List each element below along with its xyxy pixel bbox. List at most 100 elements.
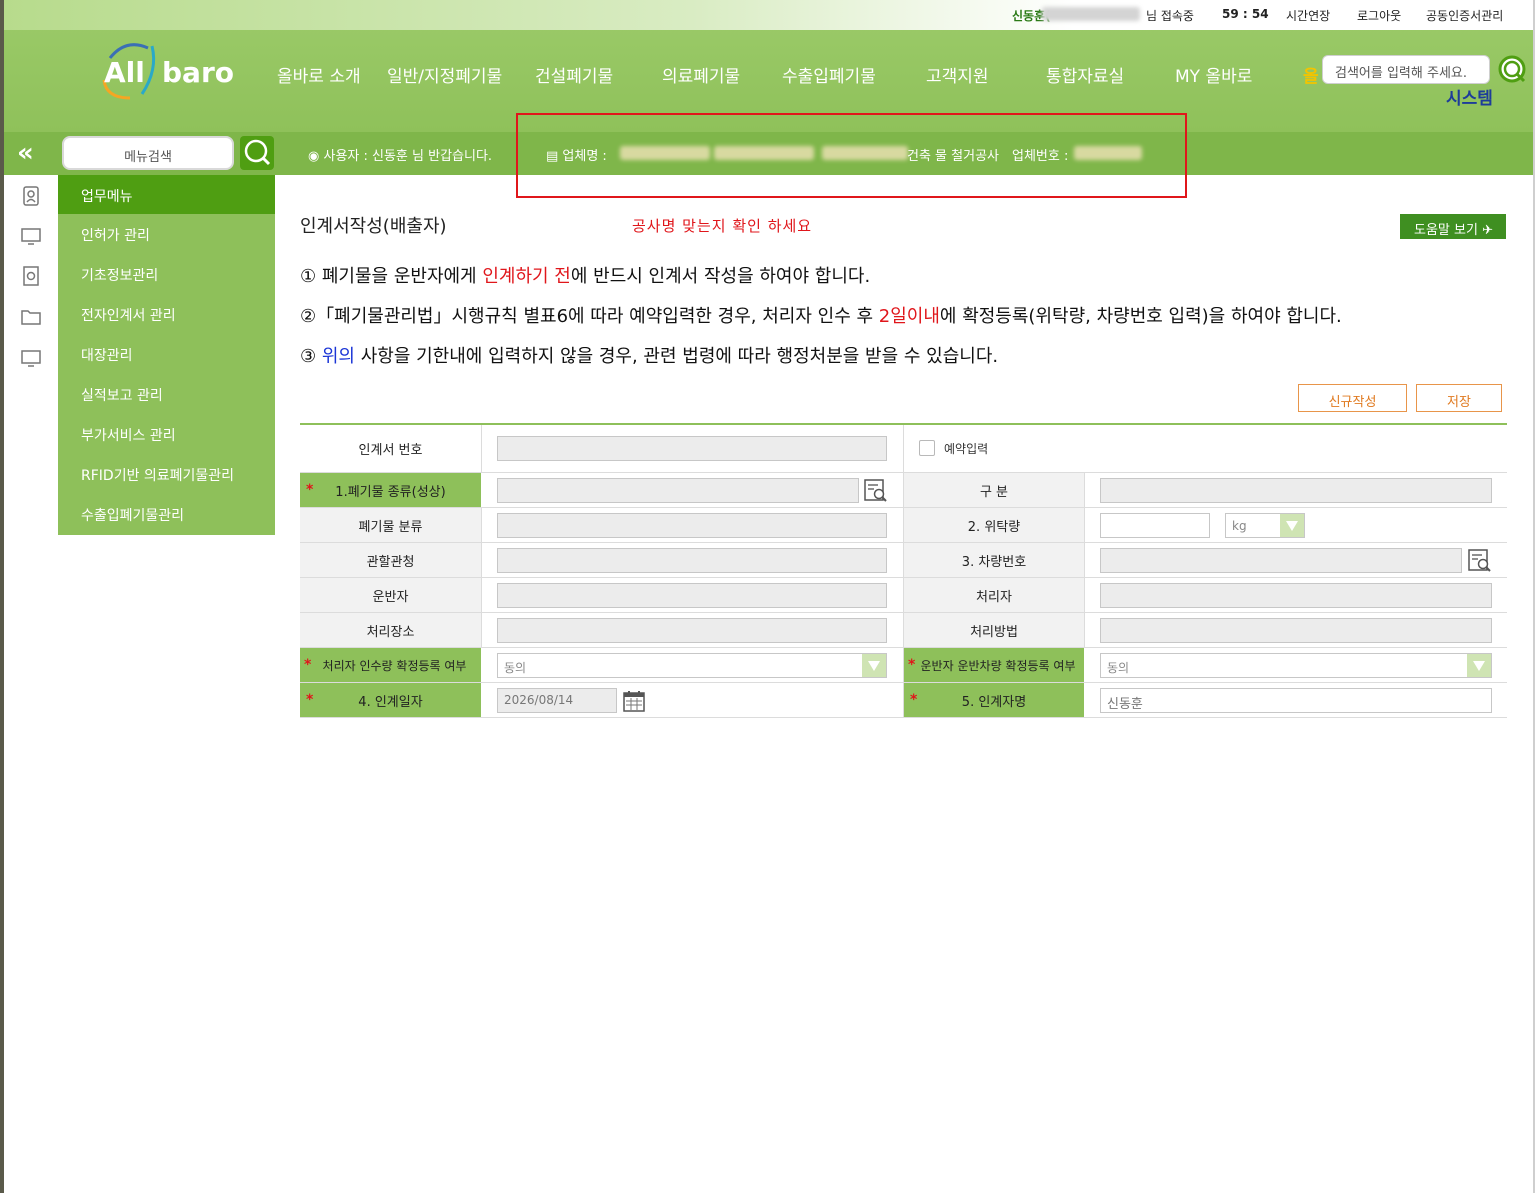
rule-2: ②「폐기물관리법」시행규칙 별표6에 따라 예약입력한 경우, 처리자 인수 후… <box>300 306 1342 327</box>
gnb-system-link[interactable]: 시스템 <box>1446 84 1493 109</box>
amount-label: 2. 위탁량 <box>904 508 1084 542</box>
waste-class-label: 폐기물 분류 <box>300 508 481 542</box>
method-label: 처리방법 <box>904 613 1084 647</box>
proc-confirm-select[interactable]: 동의 <box>497 653 887 678</box>
dropdown-arrow-icon <box>1467 654 1491 677</box>
form-row: 처리장소 처리방법 <box>300 613 1507 648</box>
transfer-form: 인계서 번호 예약입력 * 1.폐기물 종류(성상) 구 분 폐기물 분류 2.… <box>300 423 1507 718</box>
unit-select[interactable]: kg <box>1225 513 1305 538</box>
icon-rail <box>4 175 58 405</box>
authority-label: 관할관청 <box>300 543 481 577</box>
reserve-checkbox[interactable] <box>919 440 935 456</box>
gnb-my-allbaro[interactable]: MY 올바로 <box>1175 62 1252 87</box>
side-menu-item-rfid[interactable]: RFID기반 의료폐기물관리 <box>58 454 275 494</box>
form-row: * 처리자 인수량 확정등록 여부 동의 * 운반자 운반차량 확정등록 여부 동의 <box>300 648 1507 683</box>
side-menu-item-basic-info[interactable]: 기초정보관리 <box>58 254 275 294</box>
side-menu-item-ledger[interactable]: 대장관리 <box>58 334 275 374</box>
waste-type-label: * 1.폐기물 종류(성상) <box>300 473 481 507</box>
waste-class-field[interactable] <box>497 513 887 538</box>
logo-text-baro: baro <box>162 56 234 89</box>
gnb-customer-support[interactable]: 고객지원 <box>926 62 989 87</box>
dropdown-arrow-icon <box>1280 514 1304 537</box>
vehicle-label: 3. 차량번호 <box>904 543 1084 577</box>
site-search-input[interactable]: 검색어를 입력해 주세요. <box>1322 55 1490 84</box>
login-status: 님 접속중 <box>1146 9 1194 23</box>
user-greeting: ◉ 사용자 : 신동훈 님 반갑습니다. <box>308 149 493 164</box>
gnb-general-waste[interactable]: 일반/지정폐기물 <box>387 62 502 87</box>
side-menu-item-e-transfer[interactable]: 전자인계서 관리 <box>58 294 275 334</box>
doc-no-field[interactable] <box>497 436 887 461</box>
help-button[interactable]: 도움말 보기 ✈ <box>1400 214 1506 239</box>
date-label: * 4. 인계일자 <box>300 683 481 717</box>
carrier-field[interactable] <box>497 583 887 608</box>
menu-search-input[interactable]: 메뉴검색 <box>62 136 234 170</box>
carrier-confirm-label: * 운반자 운반차량 확정등록 여부 <box>904 648 1084 682</box>
person-field[interactable]: 신동훈 <box>1100 688 1492 713</box>
place-label: 처리장소 <box>300 613 481 647</box>
side-menu-item-report[interactable]: 실적보고 관리 <box>58 374 275 414</box>
gnb-intro[interactable]: 올바로 소개 <box>277 62 361 87</box>
logout-link[interactable]: 로그아웃 <box>1357 7 1401 24</box>
screen-icon[interactable] <box>20 347 42 369</box>
folder-icon[interactable] <box>20 305 42 327</box>
calendar-icon[interactable] <box>622 689 646 713</box>
search-lookup-icon[interactable] <box>1468 549 1492 573</box>
search-icon[interactable] <box>1496 54 1530 86</box>
division-field[interactable] <box>1100 478 1492 503</box>
monitor-icon[interactable] <box>20 225 42 247</box>
method-field[interactable] <box>1100 618 1492 643</box>
rule-3: ③ 위의 사항을 기한내에 입력하지 않을 경우, 관련 법령에 따라 행정처분… <box>300 346 999 367</box>
amount-field[interactable] <box>1100 513 1210 538</box>
form-row: 인계서 번호 예약입력 <box>300 425 1507 473</box>
logo-text-all: All <box>104 56 145 89</box>
side-menu-item-extra-service[interactable]: 부가서비스 관리 <box>58 414 275 454</box>
contacts-icon[interactable] <box>20 185 42 207</box>
allbaro-logo[interactable]: All baro <box>96 40 241 102</box>
gnb-import-export-waste[interactable]: 수출입폐기물 <box>782 62 876 87</box>
waste-type-field[interactable] <box>497 478 859 503</box>
page-title: 인계서작성(배출자) <box>300 216 447 237</box>
save-button[interactable]: 저장 <box>1416 384 1502 412</box>
side-menu-item-license[interactable]: 인허가 관리 <box>58 214 275 254</box>
form-row: * 1.폐기물 종류(성상) 구 분 <box>300 473 1507 508</box>
place-field[interactable] <box>497 618 887 643</box>
gnb-construction-waste[interactable]: 건설폐기물 <box>535 62 613 87</box>
form-row: 관할관청 3. 차량번호 <box>300 543 1507 578</box>
gnb-data-room[interactable]: 통합자료실 <box>1046 62 1124 87</box>
settings-document-icon[interactable] <box>20 265 42 287</box>
side-menu: 업무메뉴 인허가 관리 기초정보관리 전자인계서 관리 대장관리 실적보고 관리… <box>58 175 275 535</box>
carrier-confirm-select[interactable]: 동의 <box>1100 653 1492 678</box>
proc-confirm-label: * 처리자 인수량 확정등록 여부 <box>300 648 481 682</box>
new-button[interactable]: 신규작성 <box>1298 384 1407 412</box>
processor-field[interactable] <box>1100 583 1492 608</box>
division-label: 구 분 <box>904 473 1084 507</box>
processor-label: 처리자 <box>904 578 1084 612</box>
date-field[interactable]: 2026/08/14 <box>497 688 617 713</box>
dropdown-arrow-icon <box>862 654 886 677</box>
top-utility-bar: 신동훈( 님 접속중 59 : 54 시간연장 로그아웃 공동인증서관리 <box>4 0 1533 30</box>
gnb-hidden-item[interactable]: 올 <box>1303 62 1319 87</box>
menu-search-icon[interactable] <box>240 136 274 170</box>
form-row: 폐기물 분류 2. 위탁량 kg <box>300 508 1507 543</box>
form-row: 운반자 처리자 <box>300 578 1507 613</box>
certificate-link[interactable]: 공동인증서관리 <box>1426 7 1503 24</box>
session-timer: 59 : 54 <box>1222 7 1269 21</box>
redacted-user-id <box>1042 7 1140 21</box>
extend-session-link[interactable]: 시간연장 <box>1286 7 1330 24</box>
search-lookup-icon[interactable] <box>864 479 888 503</box>
side-menu-head[interactable]: 업무메뉴 <box>58 175 275 214</box>
form-row: * 4. 인계일자 2026/08/14 * 5. 인계자명 신동훈 <box>300 683 1507 718</box>
rule-1: ① 폐기물을 운반자에게 인계하기 전에 반드시 인계서 작성을 하여야 합니다… <box>300 266 871 287</box>
user-icon: ◉ <box>308 149 324 164</box>
browser-page: 신동훈( 님 접속중 59 : 54 시간연장 로그아웃 공동인증서관리 All… <box>0 0 1535 1193</box>
doc-no-label: 인계서 번호 <box>300 425 481 472</box>
annotation-red-box <box>516 113 1187 198</box>
authority-field[interactable] <box>497 548 887 573</box>
side-menu-item-import-export[interactable]: 수출입폐기물관리 <box>58 494 275 534</box>
annotation-notice: 공사명 맞는지 확인 하세요 <box>632 217 813 235</box>
vehicle-field[interactable] <box>1100 548 1462 573</box>
reserve-label: 예약입력 <box>944 442 989 456</box>
collapse-menu-icon[interactable]: « <box>17 140 34 166</box>
person-label: * 5. 인계자명 <box>904 683 1084 717</box>
gnb-medical-waste[interactable]: 의료폐기물 <box>662 62 740 87</box>
